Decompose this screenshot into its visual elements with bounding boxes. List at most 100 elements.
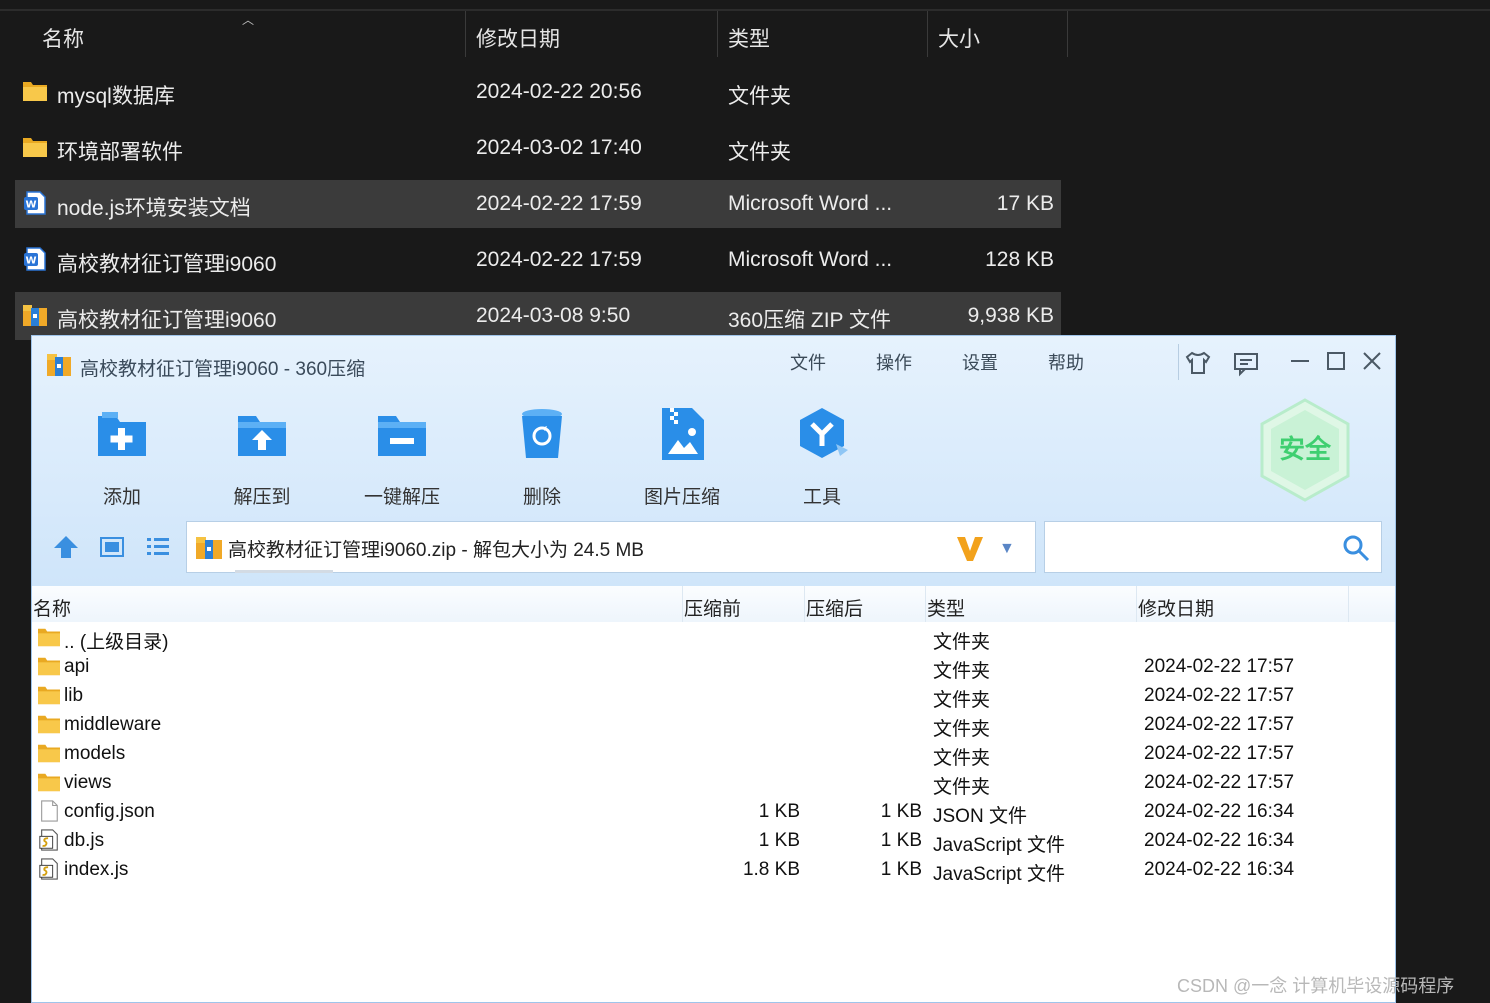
v-logo-icon[interactable] bbox=[955, 533, 985, 563]
file-type: 文件夹 bbox=[933, 777, 991, 798]
folder-icon bbox=[38, 744, 60, 763]
svg-text:W: W bbox=[25, 200, 36, 211]
column-after[interactable]: 压缩后 bbox=[806, 594, 863, 621]
file-type: 文件夹 bbox=[933, 690, 991, 711]
column-divider[interactable] bbox=[1348, 586, 1349, 622]
list-item[interactable]: .. (上级目录) 文件夹 bbox=[32, 624, 1395, 653]
column-divider[interactable] bbox=[1136, 586, 1137, 622]
close-icon[interactable] bbox=[1357, 346, 1387, 376]
column-divider[interactable] bbox=[804, 586, 805, 622]
explorer-row[interactable]: 高校教材征订管理i9060 2024-03-08 9:50 360压缩 ZIP 文件… bbox=[15, 292, 1061, 340]
column-type[interactable]: 类型 bbox=[728, 23, 770, 53]
column-name[interactable]: 名称 bbox=[33, 594, 71, 621]
file-name: mysql数据库 bbox=[57, 85, 175, 108]
word-doc-icon: W bbox=[24, 247, 46, 271]
column-before[interactable]: 压缩前 bbox=[684, 594, 741, 621]
file-type: JavaScript 文件 bbox=[933, 864, 1065, 885]
file-modified: 2024-02-22 16:34 bbox=[1144, 859, 1295, 880]
column-name[interactable]: 名称 bbox=[42, 23, 84, 53]
file-name: config.json bbox=[64, 801, 155, 822]
file-modified: 2024-02-22 17:57 bbox=[1144, 714, 1295, 735]
add-label: 添加 bbox=[102, 487, 141, 508]
list-item[interactable]: lib 文件夹 2024-02-22 17:57 bbox=[32, 682, 1395, 711]
column-divider[interactable] bbox=[925, 586, 926, 622]
chevron-down-icon[interactable]: ▼ bbox=[999, 540, 1015, 558]
menu-file[interactable]: 文件 bbox=[790, 349, 826, 375]
list-item[interactable]: index.js 1.8 KB 1 KB JavaScript 文件 2024-02-2… bbox=[32, 856, 1395, 885]
delete-label: 删除 bbox=[522, 487, 561, 508]
file-modified: 2024-02-22 17:57 bbox=[1144, 685, 1295, 706]
tools-button[interactable]: 工具 bbox=[772, 404, 872, 509]
tools-label: 工具 bbox=[802, 487, 841, 508]
size-before: 1.8 KB bbox=[742, 859, 800, 880]
file-type: 文件夹 bbox=[933, 632, 991, 653]
size-after: 1 KB bbox=[880, 830, 922, 851]
file-modified: 2024-02-22 17:59 bbox=[476, 248, 642, 271]
column-divider[interactable] bbox=[1067, 11, 1068, 57]
column-modified[interactable]: 修改日期 bbox=[1138, 594, 1214, 621]
list-item[interactable]: views 文件夹 2024-02-22 17:57 bbox=[32, 769, 1395, 798]
explorer-row[interactable]: W 高校教材征订管理i9060 2024-02-22 17:59 Microsoft … bbox=[15, 236, 1061, 284]
minimize-icon[interactable] bbox=[1285, 346, 1315, 376]
extract-to-button[interactable]: 解压到 bbox=[212, 404, 312, 509]
list-item[interactable]: config.json 1 KB 1 KB JSON 文件 2024-02-22 16:… bbox=[32, 798, 1395, 827]
image-compress-button[interactable]: 图片压缩 bbox=[632, 404, 732, 509]
extract-to-label: 解压到 bbox=[233, 487, 291, 508]
list-view-icon[interactable] bbox=[144, 534, 172, 560]
file-modified: 2024-02-22 16:34 bbox=[1144, 830, 1295, 851]
zip-archive-icon bbox=[47, 354, 71, 376]
thumbnail-view-icon[interactable] bbox=[98, 534, 126, 560]
file-name: middleware bbox=[64, 714, 162, 735]
folder-icon bbox=[38, 686, 60, 705]
delete-button[interactable]: 删除 bbox=[492, 404, 592, 509]
file-modified: 2024-02-22 17:57 bbox=[1144, 743, 1295, 764]
column-divider[interactable] bbox=[465, 11, 466, 57]
menu-settings[interactable]: 设置 bbox=[962, 349, 998, 375]
list-item[interactable]: db.js 1 KB 1 KB JavaScript 文件 2024-02-22 16:… bbox=[32, 827, 1395, 856]
explorer-row[interactable]: 环境部署软件 2024-03-02 17:40 文件夹 bbox=[15, 124, 1061, 172]
menu-help[interactable]: 帮助 bbox=[1048, 349, 1084, 375]
zip-archive-icon bbox=[23, 305, 47, 326]
list-item[interactable]: middleware 文件夹 2024-02-22 17:57 bbox=[32, 711, 1395, 740]
up-level-icon[interactable] bbox=[52, 534, 80, 560]
explorer-row[interactable]: mysql数据库 2024-02-22 20:56 文件夹 bbox=[15, 68, 1061, 116]
feedback-icon[interactable] bbox=[1231, 348, 1261, 378]
folder-icon bbox=[38, 773, 60, 792]
column-divider[interactable] bbox=[682, 586, 683, 622]
file-name: 高校教材征订管理i9060 bbox=[57, 253, 277, 276]
address-underline bbox=[235, 570, 333, 573]
file-modified: 2024-02-22 16:34 bbox=[1144, 801, 1295, 822]
file-type: 文件夹 bbox=[933, 748, 991, 769]
skin-shirt-icon[interactable] bbox=[1183, 348, 1213, 378]
column-type[interactable]: 类型 bbox=[927, 594, 965, 621]
file-type: 360压缩 ZIP 文件 bbox=[728, 309, 891, 332]
explorer-row[interactable]: Wnode.js环境安装文档 2024-02-22 17:59 Microsoft … bbox=[15, 180, 1061, 228]
column-modified[interactable]: 修改日期 bbox=[476, 23, 560, 53]
column-divider[interactable] bbox=[927, 11, 928, 57]
search-icon[interactable] bbox=[1341, 533, 1371, 563]
maximize-icon[interactable] bbox=[1321, 346, 1351, 376]
file-type: 文件夹 bbox=[728, 85, 791, 108]
add-button[interactable]: 添加 bbox=[72, 404, 172, 509]
search-box[interactable] bbox=[1044, 521, 1382, 573]
column-divider[interactable] bbox=[717, 11, 718, 57]
file-name: models bbox=[64, 743, 126, 764]
one-click-extract-button[interactable]: 一键解压 bbox=[352, 404, 452, 509]
file-type: Microsoft Word ... bbox=[728, 248, 893, 271]
zip-window: 高校教材征订管理i9060 - 360压缩 文件 操作 设置 帮助 添加 解压到… bbox=[31, 335, 1396, 1003]
add-folder-icon bbox=[98, 412, 146, 456]
file-name: .. (上级目录) bbox=[64, 632, 169, 653]
security-shield-badge[interactable]: 安全 bbox=[1258, 398, 1352, 502]
file-name: api bbox=[64, 656, 90, 677]
column-size[interactable]: 大小 bbox=[938, 23, 980, 53]
size-after: 1 KB bbox=[880, 801, 922, 822]
file-name: 高校教材征订管理i9060 bbox=[57, 309, 277, 332]
list-item[interactable]: api 文件夹 2024-02-22 17:57 bbox=[32, 653, 1395, 682]
watermark: CSDN @一念 计算机毕设源码程序 bbox=[1177, 976, 1455, 996]
menu-operate[interactable]: 操作 bbox=[876, 349, 912, 375]
one-click-extract-icon bbox=[378, 416, 426, 456]
file-modified: 2024-02-22 17:57 bbox=[1144, 656, 1295, 677]
list-item[interactable]: models 文件夹 2024-02-22 17:57 bbox=[32, 740, 1395, 769]
folder-icon bbox=[23, 138, 47, 157]
address-bar[interactable]: 高校教材征订管理i9060.zip - 解包大小为 24.5 MB ▼ bbox=[186, 521, 1036, 573]
